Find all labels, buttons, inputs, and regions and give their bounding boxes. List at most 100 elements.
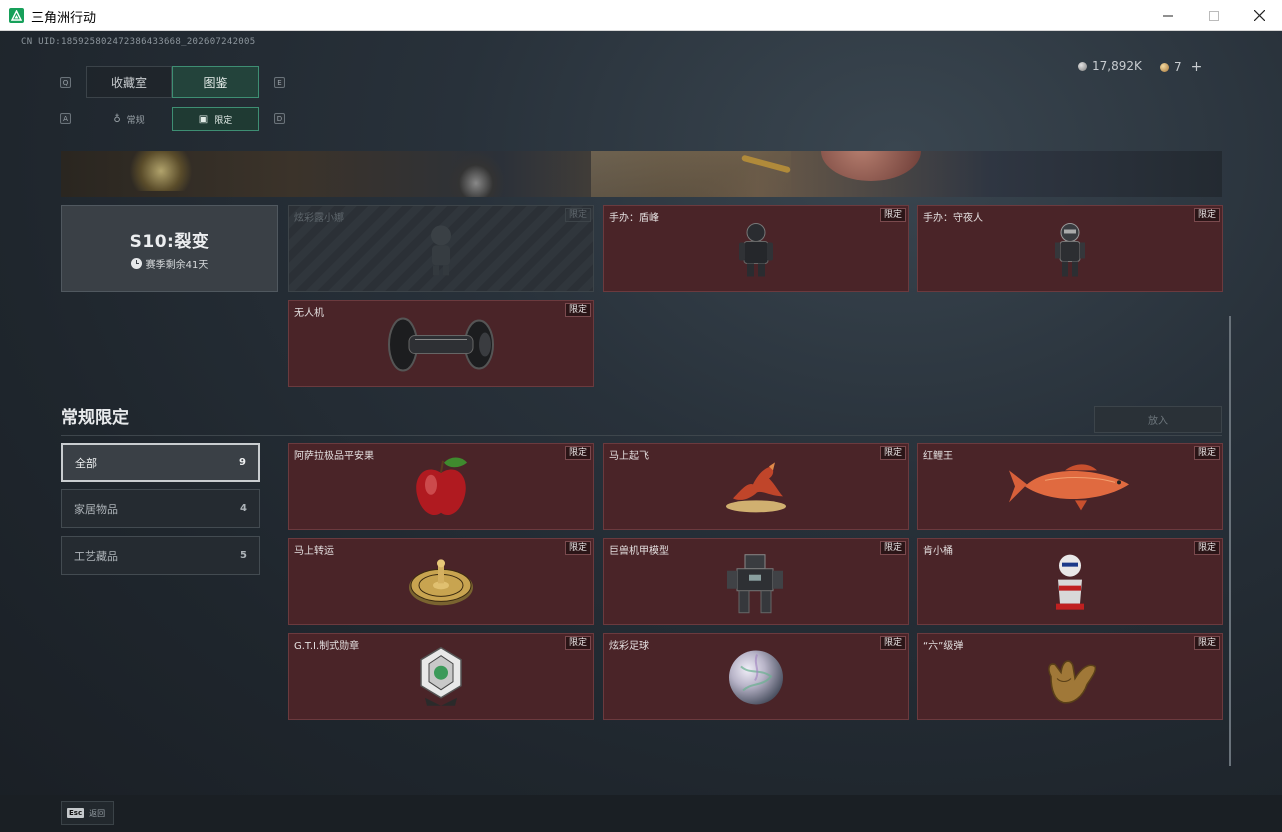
filter-label: 家居物品 (74, 502, 118, 516)
section-divider (61, 435, 1222, 436)
normal-icon: ♁ (113, 113, 121, 125)
limited-tag: 限定 (564, 303, 591, 317)
item-name: 手办：守夜人 (923, 213, 983, 224)
item-name: 红鲤王 (923, 451, 953, 462)
bucket-figure-icon (1050, 551, 1090, 617)
filter-all[interactable]: 全部 9 (61, 443, 260, 482)
section-title: 常规限定 (61, 408, 129, 428)
item-name: 炫彩足球 (609, 641, 649, 652)
limited-tag: 限定 (879, 636, 906, 650)
item-card[interactable]: 炫彩露小娜 限定 (288, 205, 594, 292)
season-title: S10:裂变 (129, 231, 210, 252)
item-card[interactable]: 马上转运 限定 (288, 538, 594, 625)
item-card[interactable]: 马上起飞 限定 (603, 443, 909, 530)
limited-tag: 限定 (1193, 208, 1220, 222)
armored-figure-icon (736, 220, 776, 282)
item-card[interactable]: 手办：守夜人 限定 (917, 205, 1223, 292)
hand-sign-icon (1037, 648, 1103, 710)
item-name: 无人机 (294, 308, 324, 319)
tab-next-key-hint: E (274, 77, 285, 88)
silver-currency: 17,892K (1078, 59, 1142, 73)
back-button[interactable]: Esc 返回 (61, 801, 114, 825)
limited-tag: 限定 (1193, 541, 1220, 555)
limited-tag: 限定 (1193, 636, 1220, 650)
add-currency-button[interactable]: + (1191, 59, 1203, 75)
limited-tag: 限定 (564, 208, 591, 222)
gold-amount: 7 (1174, 60, 1182, 74)
drone-icon (385, 314, 497, 378)
item-card[interactable]: “六”级弹 限定 (917, 633, 1223, 720)
limited-icon: ▣ (198, 113, 209, 125)
golden-disc-icon (407, 555, 475, 613)
limited-tag: 限定 (1193, 446, 1220, 460)
item-card[interactable]: 炫彩足球 限定 (603, 633, 909, 720)
subtab-normal-label: 常规 (126, 115, 145, 126)
item-card[interactable]: 手办：盾峰 限定 (603, 205, 909, 292)
item-name: G.T.I.制式勋章 (294, 641, 360, 652)
season-remaining-text: 赛季剩余41天 (145, 259, 209, 271)
esc-key-hint: Esc (67, 808, 85, 818)
game-viewport: CN UID:1859258024723864336​68_2026072420… (0, 31, 1282, 832)
filter-label: 全部 (75, 456, 97, 470)
app-logo-icon (9, 8, 24, 23)
item-card[interactable]: 巨兽机甲模型 限定 (603, 538, 909, 625)
tab-collection-room[interactable]: 收藏室 (86, 66, 172, 98)
filter-home-items[interactable]: 家居物品 4 (61, 489, 260, 528)
tab-prev-key-hint: Q (60, 77, 71, 88)
filter-label: 工艺藏品 (74, 549, 118, 563)
season-card: S10:裂变 赛季剩余41天 (61, 205, 278, 292)
item-card[interactable]: 无人机 限定 (288, 300, 594, 387)
filter-count: 9 (239, 457, 246, 468)
item-card[interactable]: 阿萨拉极品平安果 限定 (288, 443, 594, 530)
limited-tag: 限定 (564, 636, 591, 650)
item-name: 马上起飞 (609, 451, 649, 462)
place-button[interactable]: 放入 (1094, 406, 1222, 433)
window-titlebar: 三角洲行动 (0, 0, 1282, 31)
scrollbar[interactable] (1229, 316, 1231, 766)
item-card[interactable]: G.T.I.制式勋章 限定 (288, 633, 594, 720)
silver-amount: 17,892K (1092, 59, 1142, 73)
carp-icon (1005, 460, 1135, 518)
item-card[interactable]: 红鲤王 限定 (917, 443, 1223, 530)
subtab-limited[interactable]: ▣ 限定 (172, 107, 259, 131)
subtab-next-key-hint: D (274, 113, 285, 124)
gold-currency: 7 + (1160, 59, 1202, 75)
apple-icon (411, 454, 471, 524)
filter-count: 5 (240, 550, 247, 561)
season-remaining: 赛季剩余41天 (130, 256, 209, 271)
tab-atlas[interactable]: 图鉴 (172, 66, 259, 98)
item-name: 巨兽机甲模型 (609, 546, 669, 557)
close-button[interactable] (1236, 0, 1282, 31)
medal-icon (415, 645, 467, 713)
item-name: 手办：盾峰 (609, 213, 659, 224)
subtab-prev-key-hint: A (60, 113, 71, 124)
filter-count: 4 (240, 503, 247, 514)
filter-crafts[interactable]: 工艺藏品 5 (61, 536, 260, 575)
limited-tag: 限定 (879, 446, 906, 460)
back-label: 返回 (89, 808, 106, 818)
limited-tag: 限定 (564, 446, 591, 460)
clock-icon (130, 257, 142, 269)
subtab-normal[interactable]: ♁ 常规 (86, 107, 172, 131)
item-name: “六”级弹 (923, 641, 964, 652)
item-name: 炫彩露小娜 (294, 213, 344, 224)
limited-tag: 限定 (564, 541, 591, 555)
limited-tag: 限定 (879, 541, 906, 555)
horse-statue-icon (723, 460, 789, 518)
window-title: 三角洲行动 (31, 11, 97, 26)
maximize-button[interactable] (1191, 0, 1237, 31)
item-name: 肯小桶 (923, 546, 953, 557)
silver-coin-icon (1078, 61, 1087, 71)
football-icon (727, 648, 785, 710)
gold-coin-icon (1160, 62, 1169, 72)
mech-model-icon (725, 550, 787, 618)
item-name: 马上转运 (294, 546, 334, 557)
season-banner-image (61, 151, 1222, 197)
item-name: 阿萨拉极品平安果 (294, 451, 374, 462)
minimize-button[interactable] (1145, 0, 1191, 31)
bottom-bar: Esc 返回 (0, 795, 1282, 832)
figure-icon (421, 221, 461, 281)
item-card[interactable]: 肯小桶 限定 (917, 538, 1223, 625)
subtab-limited-label: 限定 (214, 115, 233, 126)
player-uid: CN UID:1859258024723864336​68_2026072420… (21, 37, 256, 47)
